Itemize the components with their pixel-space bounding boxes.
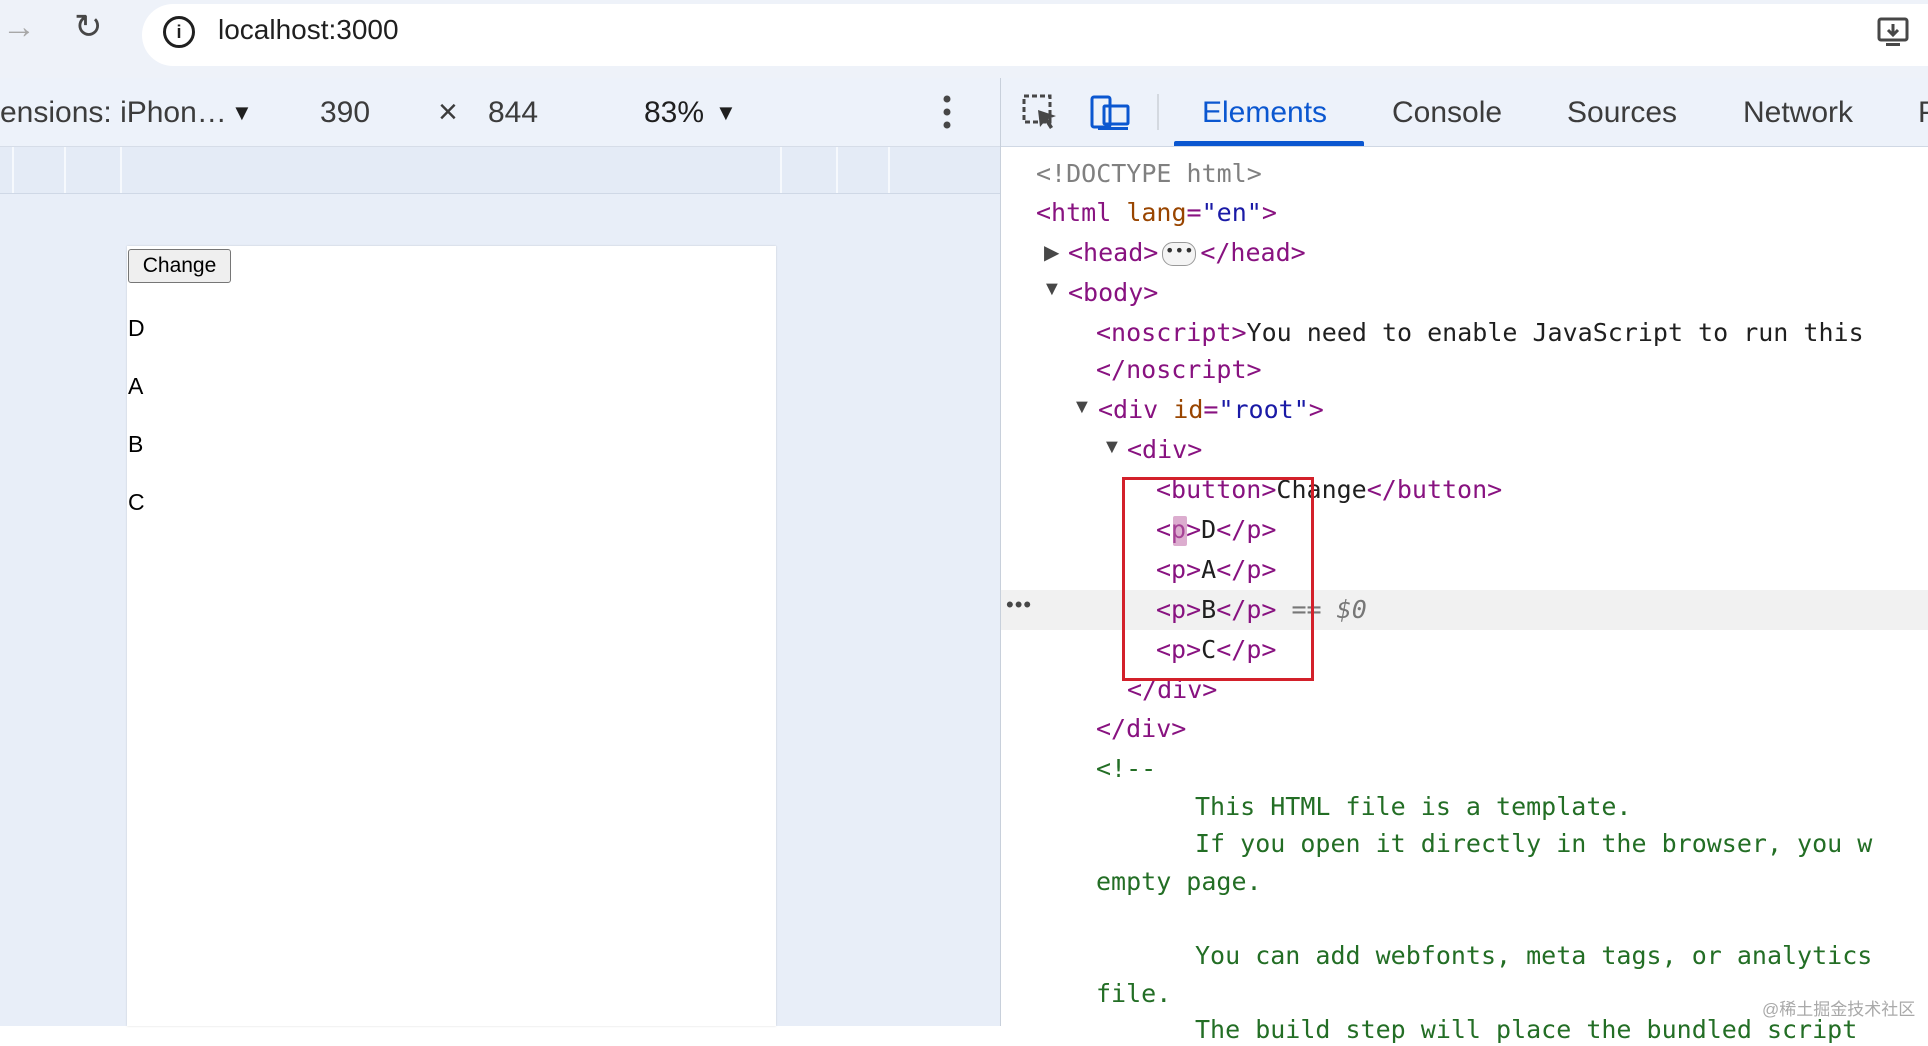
dom-node-head[interactable]: <head> ••• </head> (1068, 237, 1306, 269)
install-app-icon[interactable] (1876, 14, 1912, 55)
dom-comment-line: The build step will place the bundled sc… (1195, 1015, 1858, 1044)
device-dimensions-select[interactable]: ensions: iPhon… (0, 96, 227, 130)
collapse-triangle-icon[interactable]: ▼ (1102, 436, 1122, 459)
attr-value: "en" (1201, 198, 1262, 227)
dom-node-body[interactable]: <body> (1068, 277, 1158, 309)
tag-name: </div> (1096, 714, 1187, 743)
tab-performance[interactable]: P (1918, 96, 1928, 130)
tag-name: <noscript> (1096, 318, 1247, 347)
address-bar[interactable] (142, 4, 1928, 66)
tab-elements[interactable]: Elements (1202, 96, 1327, 130)
forward-arrow-icon[interactable]: → (2, 10, 36, 44)
tag-name: </head> (1200, 238, 1306, 267)
dom-doctype: <!DOCTYPE html> (1036, 159, 1262, 188)
collapse-triangle-icon[interactable]: ▼ (1042, 278, 1062, 301)
tag-name: <div (1098, 395, 1159, 424)
list-item: D (128, 315, 145, 341)
tag-name: </noscript> (1096, 355, 1262, 384)
dom-comment-open[interactable]: <!-- (1096, 753, 1156, 785)
dom-comment-line: You can add webfonts, meta tags, or anal… (1195, 941, 1873, 970)
attr-name: lang (1111, 198, 1187, 227)
dom-comment-line: file. (1096, 979, 1172, 1008)
attr-name: id (1158, 395, 1204, 424)
dom-comment-line: If you open it directly in the browser, … (1195, 829, 1873, 858)
ellipsis-icon[interactable]: ••• (1162, 242, 1197, 266)
chevron-down-icon[interactable]: ▼ (231, 100, 253, 126)
tag-name: </button> (1366, 475, 1503, 504)
media-query-ruler (0, 147, 1000, 194)
watermark: @稀土掘金技术社区 (1762, 1000, 1916, 1019)
text-node: You need to enable JavaScript to run thi… (1246, 318, 1864, 347)
tab-console[interactable]: Console (1392, 96, 1502, 130)
dom-node-div[interactable]: <div> (1127, 434, 1202, 466)
zoom-chevron-icon[interactable]: ▼ (715, 100, 737, 126)
more-options-icon[interactable] (940, 94, 954, 135)
tab-network[interactable]: Network (1743, 96, 1853, 130)
reload-icon[interactable]: ↻ (74, 10, 103, 44)
url-text[interactable]: localhost:3000 (218, 14, 399, 46)
times-icon: × (438, 93, 458, 131)
tab-sources[interactable]: Sources (1567, 96, 1677, 130)
dom-comment-line: This HTML file is a template. (1195, 792, 1632, 821)
more-actions-icon[interactable]: ••• (1006, 592, 1032, 618)
device-height-input[interactable]: 844 (488, 96, 538, 130)
tag-bracket: > (1261, 198, 1277, 227)
device-width-input[interactable]: 390 (320, 96, 370, 130)
change-button[interactable]: Change (128, 249, 231, 283)
inspect-element-icon[interactable] (1022, 94, 1060, 137)
tag-name: <body> (1068, 278, 1159, 307)
list-item: C (128, 489, 145, 515)
zoom-select[interactable]: 83% (644, 96, 704, 130)
collapse-triangle-icon[interactable]: ▼ (1072, 396, 1092, 419)
expand-triangle-icon[interactable]: ▶ (1044, 240, 1059, 265)
dom-node-noscript[interactable]: <noscript>You need to enable JavaScript … (1096, 317, 1864, 349)
info-icon[interactable]: i (163, 16, 195, 48)
dom-node-div-root-close[interactable]: </div> (1096, 713, 1186, 745)
dom-node-html[interactable]: <html lang="en"> (1036, 197, 1277, 229)
dom-comment-line: empty page. (1096, 867, 1262, 896)
dom-node-noscript-close[interactable]: </noscript> (1096, 354, 1262, 386)
dom-node-div-root[interactable]: <div id="root"> (1098, 394, 1324, 426)
highlight-annotation-box (1122, 477, 1314, 681)
list-item: A (128, 373, 144, 399)
tag-name: <div> (1127, 435, 1203, 464)
device-viewport (127, 246, 776, 1026)
tag-name: <head> (1068, 238, 1159, 267)
attr-value: "root" (1218, 395, 1309, 424)
active-tab-indicator (1174, 141, 1364, 146)
device-toggle-icon[interactable] (1090, 94, 1130, 137)
toolbar-separator (1157, 94, 1159, 130)
tag-name: <html (1036, 198, 1112, 227)
list-item: B (128, 431, 144, 457)
